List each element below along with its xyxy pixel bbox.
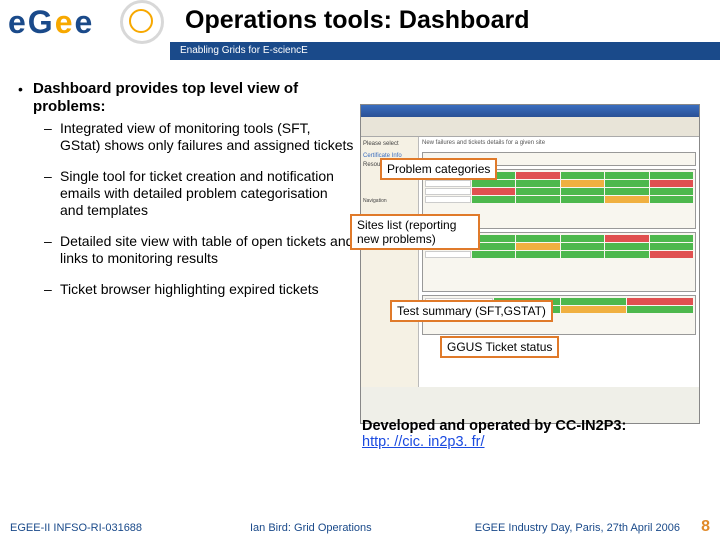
dash-icon: – xyxy=(44,168,60,219)
list-text: Ticket browser highlighting expired tick… xyxy=(60,281,319,298)
footer-right: EGEE Industry Day, Paris, 27th April 200… xyxy=(475,522,680,534)
callout-sites-list: Sites list (reporting new problems) xyxy=(350,214,480,250)
dash-icon: – xyxy=(44,120,60,154)
developed-label: Developed and operated by CC-IN2P3: xyxy=(362,418,626,434)
slide-number: 8 xyxy=(701,518,710,536)
developed-by: Developed and operated by CC-IN2P3: http… xyxy=(362,418,626,450)
callout-test-summary: Test summary (SFT,GSTAT) xyxy=(390,300,553,322)
list-item: – Integrated view of monitoring tools (S… xyxy=(44,120,354,154)
logo-circle-icon xyxy=(120,0,164,44)
list-item: – Ticket browser highlighting expired ti… xyxy=(44,281,354,298)
slide-title: Operations tools: Dashboard xyxy=(185,6,529,35)
dash-icon: – xyxy=(44,233,60,267)
list-item: – Single tool for ticket creation and no… xyxy=(44,168,354,219)
slide-header: eGee Operations tools: Dashboard Enablin… xyxy=(0,0,720,70)
bullet-icon: • xyxy=(18,80,33,116)
list-item: – Detailed site view with table of open … xyxy=(44,233,354,267)
list-text: Detailed site view with table of open ti… xyxy=(60,233,354,267)
callout-problem-categories: Problem categories xyxy=(380,158,497,180)
tagline-band: Enabling Grids for E-sciencE xyxy=(170,42,720,60)
screenshot-panel: Please select Certificate Info Resources… xyxy=(360,104,700,424)
egee-logo: eGee xyxy=(8,4,158,66)
footer-left: EGEE-II INFSO-RI-031688 xyxy=(10,522,142,534)
dashboard-screenshot: Please select Certificate Info Resources… xyxy=(360,104,700,424)
dash-icon: – xyxy=(44,281,60,298)
slide-footer: EGEE-II INFSO-RI-031688 Ian Bird: Grid O… xyxy=(0,514,720,540)
list-text: Integrated view of monitoring tools (SFT… xyxy=(60,120,354,154)
footer-center: Ian Bird: Grid Operations xyxy=(250,522,372,534)
cic-link[interactable]: http: //cic. in2p3. fr/ xyxy=(362,434,485,450)
list-text: Single tool for ticket creation and noti… xyxy=(60,168,354,219)
callout-ggus-ticket: GGUS Ticket status xyxy=(440,336,559,358)
main-heading: Dashboard provides top level view of pro… xyxy=(33,80,354,116)
bullet-column: • Dashboard provides top level view of p… xyxy=(18,80,354,312)
